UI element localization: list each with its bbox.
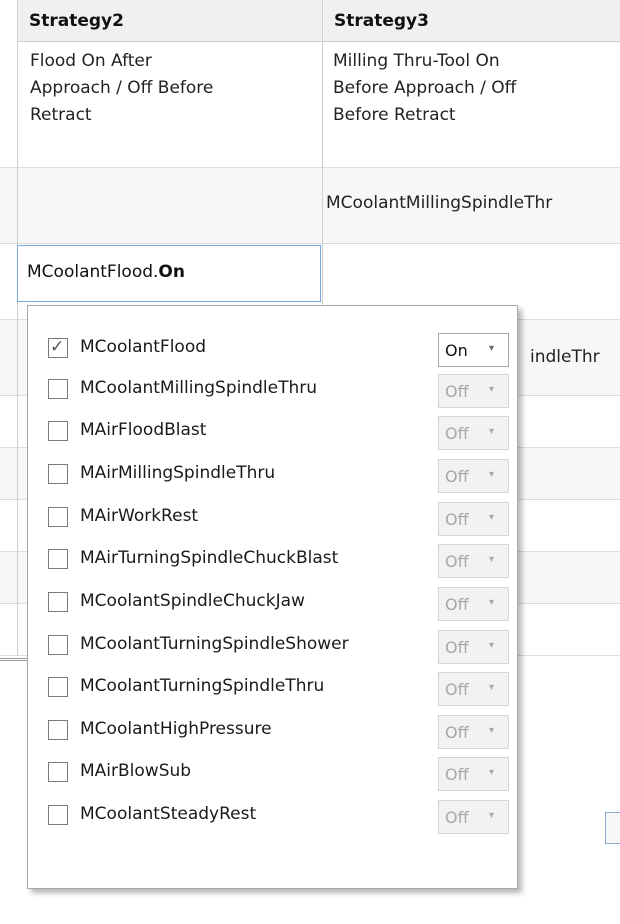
coolant-option-label: MAirBlowSub: [80, 761, 192, 781]
coolant-option-item[interactable]: MCoolantTurningSpindleThru Off ▾: [28, 667, 519, 709]
cell-approach-strategy3[interactable]: MCoolantMillingSpindleThr: [326, 190, 552, 217]
cell-partial-text[interactable]: indleThr: [530, 344, 600, 371]
chevron-down-icon: ▾: [489, 512, 495, 523]
checkbox-icon[interactable]: [48, 379, 68, 399]
checkbox-icon[interactable]: [48, 549, 68, 569]
chevron-down-icon: ▾: [489, 384, 495, 395]
chevron-down-icon: ▾: [489, 343, 495, 354]
column-header-strategy3[interactable]: Strategy3: [322, 0, 620, 42]
chevron-down-icon: ▾: [489, 597, 495, 608]
checkbox-icon[interactable]: [48, 677, 68, 697]
chevron-down-icon: ▾: [489, 767, 495, 778]
chevron-down-icon: ▾: [489, 810, 495, 821]
cell-description-strategy3[interactable]: Milling Thru-Tool On Before Approach / O…: [333, 48, 516, 129]
coolant-option-label: MCoolantSteadyRest: [80, 804, 257, 824]
editing-cell-value: MCoolantFlood.On: [27, 262, 185, 282]
editing-cell[interactable]: MCoolantFlood.On: [17, 245, 321, 302]
coolant-option-item[interactable]: MAirWorkRest Off ▾: [28, 497, 519, 539]
coolant-option-label: MAirMillingSpindleThru: [80, 463, 276, 483]
column-header-label: Strategy3: [334, 11, 429, 31]
state-dropdown-value: On: [445, 341, 468, 360]
checkbox-icon[interactable]: [48, 507, 68, 527]
state-dropdown: Off ▾: [438, 416, 509, 450]
column-divider: [17, 0, 18, 656]
state-dropdown-value: Off: [445, 595, 469, 614]
chevron-down-icon: ▾: [489, 554, 495, 565]
state-dropdown-value: Off: [445, 552, 469, 571]
state-dropdown: Off ▾: [438, 459, 509, 493]
coolant-option-label: MCoolantFlood: [80, 337, 207, 357]
checkbox-icon[interactable]: [48, 421, 68, 441]
cell-description-strategy2[interactable]: Flood On After Approach / Off Before Ret…: [30, 48, 213, 129]
state-dropdown: Off ▾: [438, 502, 509, 536]
coolant-option-item[interactable]: MAirMillingSpindleThru Off ▾: [28, 454, 519, 496]
state-dropdown-value: Off: [445, 680, 469, 699]
column-header-label: Strategy2: [29, 11, 124, 31]
checkbox-icon[interactable]: [48, 720, 68, 740]
coolant-option-label: MAirWorkRest: [80, 506, 199, 526]
coolant-option-label: MAirFloodBlast: [80, 420, 207, 440]
state-dropdown: Off ▾: [438, 587, 509, 621]
coolant-option-item[interactable]: MCoolantTurningSpindleShower Off ▾: [28, 625, 519, 667]
coolant-option-item[interactable]: MCoolantSteadyRest Off ▾: [28, 795, 519, 837]
checkbox-icon[interactable]: [48, 762, 68, 782]
state-dropdown: Off ▾: [438, 672, 509, 706]
coolant-option-item[interactable]: MAirBlowSub Off ▾: [28, 752, 519, 794]
state-dropdown: Off ▾: [438, 800, 509, 834]
state-dropdown-value: Off: [445, 382, 469, 401]
chevron-down-icon: ▾: [489, 469, 495, 480]
coolant-option-item[interactable]: ✓ MCoolantFlood On ▾: [28, 328, 519, 370]
chevron-down-icon: ▾: [489, 682, 495, 693]
state-dropdown-value: Off: [445, 510, 469, 529]
coolant-option-label: MAirTurningSpindleChuckBlast: [80, 548, 339, 568]
column-header-strategy2[interactable]: Strategy2: [17, 0, 322, 42]
coolant-option-label: MCoolantMillingSpindleThru: [80, 378, 318, 398]
table-row-description: Flood On After Approach / Off Before Ret…: [0, 42, 620, 168]
checkbox-checked-icon[interactable]: ✓: [48, 337, 68, 358]
partial-button[interactable]: [605, 812, 620, 844]
coolant-option-label: MCoolantHighPressure: [80, 719, 272, 739]
chevron-down-icon: ▾: [489, 725, 495, 736]
state-dropdown-value: Off: [445, 424, 469, 443]
chevron-down-icon: ▾: [489, 640, 495, 651]
checkbox-icon[interactable]: [48, 805, 68, 825]
coolant-option-item[interactable]: MCoolantSpindleChuckJaw Off ▾: [28, 582, 519, 624]
chevron-down-icon: ▾: [489, 426, 495, 437]
state-dropdown: Off ▾: [438, 757, 509, 791]
state-dropdown-value: Off: [445, 638, 469, 657]
state-dropdown-value: Off: [445, 467, 469, 486]
state-dropdown: Off ▾: [438, 544, 509, 578]
state-dropdown-value: Off: [445, 765, 469, 784]
coolant-option-item[interactable]: MCoolantMillingSpindleThru Off ▾: [28, 369, 519, 411]
checkmark-icon: ✓: [50, 337, 65, 357]
coolant-options-popup: ✓ MCoolantFlood On ▾ MCoolantMillingSpindleT…: [27, 305, 518, 889]
coolant-option-item[interactable]: MAirFloodBlast Off ▾: [28, 411, 519, 453]
state-dropdown: Off ▾: [438, 374, 509, 408]
state-dropdown: Off ▾: [438, 630, 509, 664]
coolant-option-label: MCoolantSpindleChuckJaw: [80, 591, 305, 611]
state-dropdown[interactable]: On ▾: [438, 333, 509, 367]
coolant-option-item[interactable]: MCoolantHighPressure Off ▾: [28, 710, 519, 752]
checkbox-icon[interactable]: [48, 635, 68, 655]
state-dropdown-value: Off: [445, 723, 469, 742]
coolant-option-label: MCoolantTurningSpindleThru: [80, 676, 325, 696]
state-dropdown-value: Off: [445, 808, 469, 827]
coolant-option-label: MCoolantTurningSpindleShower: [80, 634, 349, 654]
table-row: MCoolantMillingSpindleThr: [0, 168, 620, 244]
checkbox-icon[interactable]: [48, 592, 68, 612]
checkbox-icon[interactable]: [48, 464, 68, 484]
state-dropdown: Off ▾: [438, 715, 509, 749]
coolant-option-item[interactable]: MAirTurningSpindleChuckBlast Off ▾: [28, 539, 519, 581]
